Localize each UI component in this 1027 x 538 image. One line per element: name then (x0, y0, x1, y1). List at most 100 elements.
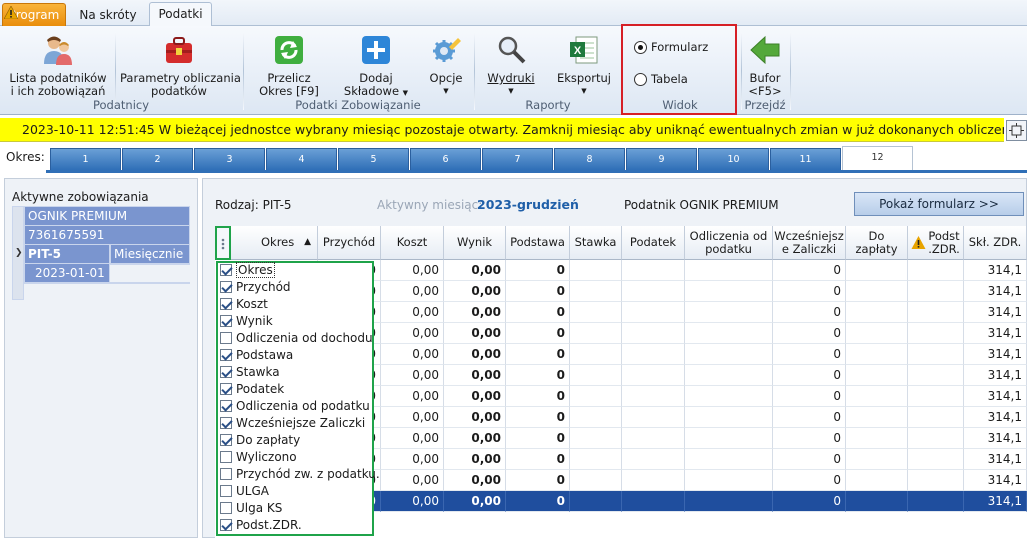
cell-empty[interactable] (622, 386, 685, 407)
cell-empty[interactable] (622, 491, 685, 512)
cell-podstawa[interactable]: 0 (506, 260, 570, 281)
okres-tab-12[interactable]: 12 (842, 146, 913, 171)
cell-zaliczki[interactable]: 0 (773, 470, 846, 491)
cell-empty[interactable] (622, 449, 685, 470)
cell-podstawa[interactable]: 0 (506, 281, 570, 302)
cell-skl[interactable]: 314,1 (964, 260, 1027, 281)
collapse-button[interactable] (1006, 120, 1027, 141)
cell-empty[interactable] (846, 365, 908, 386)
cell-empty[interactable] (570, 281, 622, 302)
column-option[interactable]: Przychód (220, 278, 291, 295)
cell-empty[interactable] (685, 365, 773, 386)
cell-skl[interactable]: 314,1 (964, 449, 1027, 470)
cell-skl[interactable]: 314,1 (964, 428, 1027, 449)
cell-koszt[interactable]: 0,00 (381, 323, 444, 344)
column-option[interactable]: Odliczenia od dochodu (220, 329, 373, 346)
cell-wynik[interactable]: 0,00 (444, 428, 506, 449)
cell-wynik[interactable]: 0,00 (444, 365, 506, 386)
cell-podstawa[interactable]: 0 (506, 386, 570, 407)
cell-wynik[interactable]: 0,00 (444, 491, 506, 512)
okres-tab-9[interactable]: 9 (626, 148, 697, 170)
radio-formularz[interactable]: Formularz (634, 40, 708, 54)
cell-empty[interactable] (685, 344, 773, 365)
column-option[interactable]: Okres (220, 261, 275, 278)
col-header-wynik[interactable]: Wynik (444, 226, 506, 260)
cell-skl[interactable]: 314,1 (964, 491, 1027, 512)
column-option[interactable]: Przychód zw. z podatku. (220, 465, 380, 482)
cell-empty[interactable] (570, 260, 622, 281)
col-header-podstawa[interactable]: Podstawa (506, 226, 570, 260)
cell-zaliczki[interactable]: 0 (773, 428, 846, 449)
cell-podstawa[interactable]: 0 (506, 365, 570, 386)
cell-empty[interactable] (846, 449, 908, 470)
cell-wynik[interactable]: 0,00 (444, 302, 506, 323)
cell-empty[interactable] (622, 407, 685, 428)
cell-koszt[interactable]: 0,00 (381, 470, 444, 491)
cell-wynik[interactable]: 0,00 (444, 407, 506, 428)
cell-empty[interactable] (908, 428, 964, 449)
cell-empty[interactable] (570, 449, 622, 470)
cell-empty[interactable] (685, 491, 773, 512)
column-option-checkbox[interactable] (220, 484, 232, 497)
cell-empty[interactable] (622, 428, 685, 449)
cell-empty[interactable] (685, 449, 773, 470)
column-option[interactable]: Odliczenia od podatku (220, 397, 370, 414)
col-header-przychod[interactable]: Przychód (318, 226, 381, 260)
okres-tab-7[interactable]: 7 (482, 148, 553, 170)
cell-wynik[interactable]: 0,00 (444, 449, 506, 470)
cell-empty[interactable] (570, 365, 622, 386)
cell-koszt[interactable]: 0,00 (381, 428, 444, 449)
frequency[interactable]: Miesięcznie (110, 244, 190, 264)
cell-zaliczki[interactable]: 0 (773, 365, 846, 386)
cell-empty[interactable] (685, 302, 773, 323)
cell-podstawa[interactable]: 0 (506, 323, 570, 344)
cell-empty[interactable] (570, 323, 622, 344)
cell-empty[interactable] (570, 386, 622, 407)
cell-koszt[interactable]: 0,00 (381, 302, 444, 323)
parametry-button[interactable]: Parametry obliczania podatków (120, 30, 241, 98)
cell-wynik[interactable]: 0,00 (444, 470, 506, 491)
cell-koszt[interactable]: 0,00 (381, 449, 444, 470)
column-option[interactable]: Podatek (220, 380, 284, 397)
eksportuj-button[interactable]: X Eksportuj ▼ (552, 30, 616, 98)
column-option-checkbox[interactable] (220, 416, 232, 429)
cell-zaliczki[interactable]: 0 (773, 302, 846, 323)
okres-tab-6[interactable]: 6 (410, 148, 481, 170)
cell-empty[interactable] (846, 470, 908, 491)
cell-zaliczki[interactable]: 0 (773, 386, 846, 407)
cell-empty[interactable] (622, 365, 685, 386)
cell-empty[interactable] (846, 491, 908, 512)
cell-koszt[interactable]: 0,00 (381, 344, 444, 365)
cell-empty[interactable] (846, 323, 908, 344)
cell-zaliczki[interactable]: 0 (773, 449, 846, 470)
column-option-checkbox[interactable] (220, 450, 232, 463)
cell-empty[interactable] (846, 386, 908, 407)
cell-empty[interactable] (685, 260, 773, 281)
okres-tab-2[interactable]: 2 (122, 148, 193, 170)
cell-skl[interactable]: 314,1 (964, 281, 1027, 302)
cell-skl[interactable]: 314,1 (964, 470, 1027, 491)
cell-podstawa[interactable]: 0 (506, 407, 570, 428)
cell-empty[interactable] (908, 386, 964, 407)
column-option-checkbox[interactable] (220, 297, 232, 310)
column-option-checkbox[interactable] (220, 263, 232, 276)
cell-koszt[interactable]: 0,00 (381, 281, 444, 302)
cell-empty[interactable] (908, 281, 964, 302)
col-header-koszt[interactable]: Koszt (381, 226, 444, 260)
column-option-checkbox[interactable] (220, 518, 232, 531)
cell-podstawa[interactable]: 0 (506, 491, 570, 512)
column-option[interactable]: Stawka (220, 363, 280, 380)
cell-skl[interactable]: 314,1 (964, 407, 1027, 428)
col-header-podatek[interactable]: Podatek (622, 226, 685, 260)
column-option-checkbox[interactable] (220, 331, 232, 344)
column-option-checkbox[interactable] (220, 433, 232, 446)
cell-empty[interactable] (846, 281, 908, 302)
cell-empty[interactable] (908, 470, 964, 491)
column-option[interactable]: ULGA (220, 482, 269, 499)
col-header-wczesniejsze-zaliczki[interactable]: Wcześniejsz e Zaliczki (773, 226, 846, 260)
cell-empty[interactable] (685, 323, 773, 344)
dodaj-skladowe-button[interactable]: Dodaj Składowe ▼ (336, 30, 416, 98)
cell-empty[interactable] (908, 344, 964, 365)
cell-empty[interactable] (622, 470, 685, 491)
tab-podatki[interactable]: Podatki (149, 2, 212, 27)
